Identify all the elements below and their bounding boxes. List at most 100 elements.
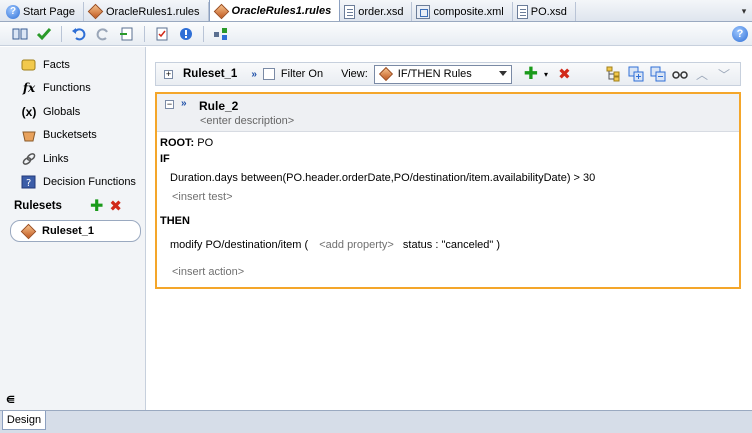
sidebar-item-facts[interactable]: Facts — [0, 53, 145, 77]
tab-design[interactable]: Design — [2, 411, 46, 430]
tab-label: PO.xsd — [530, 5, 567, 18]
fx-icon: fx — [22, 81, 36, 96]
expand-all-icon[interactable] — [628, 66, 644, 82]
sidebar-item-label: Facts — [43, 58, 70, 71]
facts-icon — [21, 58, 37, 72]
main-toolbar: ? — [0, 22, 752, 46]
help-icon[interactable]: ? — [732, 25, 748, 42]
tab-label: OracleRules1.rules — [231, 5, 332, 17]
expand-ruleset-icon[interactable]: + — [164, 69, 173, 79]
sidebar-item-ruleset-1[interactable]: Ruleset_1 — [10, 220, 141, 242]
sidebar-item-functions[interactable]: fx Functions — [0, 77, 145, 101]
rule-card[interactable]: − » Rule_2 <enter description> ROOT: PO … — [155, 92, 741, 289]
tab-po-xsd[interactable]: PO.xsd — [513, 2, 576, 21]
xsd-document-icon — [344, 4, 356, 19]
sidebar-item-links[interactable]: Links — [0, 147, 145, 171]
add-rule-icon[interactable]: ✚ — [524, 64, 538, 84]
sidebar-item-bucketsets[interactable]: Bucketsets — [0, 124, 145, 148]
sidebar-item-label: Functions — [43, 82, 91, 95]
links-icon — [21, 152, 37, 166]
tab-composite-xml[interactable]: composite.xml — [412, 2, 513, 21]
tab-order-xsd[interactable]: order.xsd — [340, 2, 413, 21]
root-line: ROOT: PO — [160, 137, 213, 149]
decision-functions-icon: ? — [21, 175, 37, 189]
sidebar-item-label: Links — [43, 152, 69, 165]
ruleset-diamond-icon — [20, 223, 37, 239]
chevron-down-icon — [498, 70, 507, 76]
deploy-icon[interactable] — [211, 25, 231, 43]
import-icon[interactable] — [117, 25, 137, 43]
sidebar-item-label: Decision Functions — [43, 176, 136, 189]
root-label: ROOT: — [160, 137, 195, 149]
root-value[interactable]: PO — [197, 137, 213, 149]
test-expression[interactable]: Duration.days between(PO.header.orderDat… — [170, 172, 595, 184]
collapse-rule-icon[interactable]: − — [165, 100, 174, 109]
tab-oraclerules1-active[interactable]: OracleRules1.rules — [208, 0, 341, 21]
xsd-document-icon — [516, 4, 528, 19]
tab-oraclerules1-first[interactable]: OracleRules1.rules — [84, 2, 209, 21]
sidebar-item-decision-functions[interactable]: ? Decision Functions — [0, 171, 145, 195]
if-label: IF — [160, 153, 170, 165]
info-icon[interactable] — [176, 25, 196, 43]
view-select-value: IF/THEN Rules — [397, 68, 472, 80]
dictionary-icon[interactable] — [10, 25, 30, 43]
ruleset-label: Ruleset_1 — [42, 225, 94, 237]
toolbar-divider — [144, 25, 145, 42]
checklist-icon[interactable] — [152, 25, 172, 43]
bottom-tab-bar: Design — [0, 410, 752, 433]
collapse-sidebar-icon[interactable]: ⋹ — [6, 395, 15, 406]
undo-icon[interactable] — [69, 25, 89, 43]
sidebar-item-label: Bucketsets — [43, 129, 97, 142]
ruleset-editor: + Ruleset_1 » Filter On View: IF/THEN Ru… — [147, 47, 752, 410]
rules-diamond-icon — [87, 3, 104, 20]
action-property[interactable]: status : "canceled" ) — [403, 239, 500, 251]
add-rule-dropdown-icon[interactable]: ▾ — [544, 70, 548, 79]
sidebar-item-globals[interactable]: (x) Globals — [0, 100, 145, 124]
rules-navigator-sidebar: Facts fx Functions (x) Globals Bucketset… — [0, 47, 146, 410]
tab-label: Design — [6, 414, 42, 426]
tab-overflow-menu-icon[interactable]: ▾ — [736, 2, 752, 21]
tree-view-icon[interactable] — [606, 66, 622, 82]
help-icon: ? — [6, 4, 20, 19]
rules-diamond-icon — [213, 3, 229, 19]
add-ruleset-icon[interactable]: ✚ — [90, 196, 103, 216]
ruleset-toolbar-right: ︿ ﹀ — [606, 66, 740, 82]
glasses-icon[interactable] — [672, 66, 688, 82]
rulesets-header: Rulesets ✚ ✖ — [0, 194, 145, 218]
action-line: modify PO/destination/item ( <add proper… — [170, 239, 500, 251]
redo-icon[interactable] — [93, 25, 113, 43]
add-property-link[interactable]: <add property> — [319, 239, 394, 251]
rule-body: ROOT: PO IF Duration.days between(PO.hea… — [157, 132, 739, 287]
move-up-icon[interactable]: ︿ — [694, 66, 710, 82]
rule-header: − » Rule_2 <enter description> — [157, 94, 739, 132]
ruleset-title: Ruleset_1 — [183, 68, 238, 80]
view-label: View: — [341, 68, 368, 80]
insert-action-link[interactable]: <insert action> — [172, 266, 244, 278]
rule-chevron-icon[interactable]: » — [181, 98, 187, 109]
insert-test-link[interactable]: <insert test> — [172, 191, 233, 203]
sidebar-item-label: Globals — [43, 105, 81, 118]
svg-text:?: ? — [26, 178, 31, 189]
move-down-icon[interactable]: ﹀ — [716, 66, 732, 82]
tab-label: Start Page — [23, 5, 75, 18]
delete-ruleset-icon[interactable]: ✖ — [109, 197, 122, 215]
filter-on-checkbox[interactable] — [262, 68, 275, 80]
validate-check-icon[interactable] — [34, 25, 54, 43]
tab-label: OracleRules1.rules — [105, 5, 200, 18]
rules-diamond-icon — [378, 66, 393, 82]
tab-start-page[interactable]: ? Start Page — [2, 2, 84, 21]
rule-name[interactable]: Rule_2 — [199, 99, 238, 113]
action-prefix[interactable]: modify PO/destination/item ( — [170, 239, 308, 251]
tab-label: order.xsd — [358, 5, 404, 18]
rule-description-field[interactable]: <enter description> — [200, 115, 294, 127]
collapse-all-icon[interactable] — [650, 66, 666, 82]
ruleset-toolbar: + Ruleset_1 » Filter On View: IF/THEN Ru… — [155, 62, 741, 86]
rulesets-title: Rulesets — [14, 200, 62, 212]
delete-rule-icon[interactable]: ✖ — [558, 65, 571, 83]
collapse-chevron-icon[interactable]: » — [251, 69, 257, 80]
toolbar-divider — [203, 25, 204, 42]
filter-on-label: Filter On — [280, 68, 324, 80]
view-select[interactable]: IF/THEN Rules — [373, 64, 512, 84]
globals-icon: (x) — [21, 104, 37, 119]
then-label: THEN — [160, 215, 190, 227]
